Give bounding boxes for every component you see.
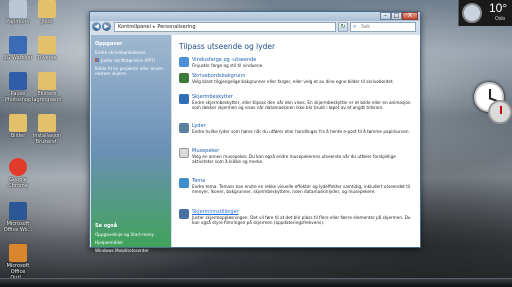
display-settings-icon [179,209,189,219]
control-panel-window: – □ X ◀ ▶ Kontrollpanel ▸ Personalisering … [89,11,421,253]
desktop-icon-label: Google Chrome [8,177,28,189]
recycle-bin-icon [9,0,27,18]
desktop-icon-label: Installasjon Brukerst. [32,133,62,145]
see-also-accessibility[interactable]: Hjelpemiddel [95,240,168,245]
address-bar: ◀ ▶ Kontrollpanel ▸ Personalisering ↻ ⌕ Sø… [92,22,418,33]
maximize-button[interactable]: □ [391,12,402,20]
outlook-icon [9,244,27,262]
desktop-icon-jobb[interactable]: Jobb [32,0,62,25]
desktop-icon-recycle-bin[interactable]: Papirkurv [3,0,33,25]
back-button[interactable]: ◀ [92,22,101,31]
see-also-taskbar[interactable]: Oppgavelinje og Start-meny [95,232,168,237]
weather-icon [462,3,482,23]
forward-button[interactable]: ▶ [102,22,111,31]
see-also-header: Se også [95,223,118,229]
item-description: Endre tema. Temaer kan endre en rekke vi… [192,184,411,194]
window-color-icon [179,57,189,67]
screensaver-icon [179,94,189,104]
taskbar[interactable] [0,278,512,287]
desktop-icon-label: Bilder [10,133,26,139]
search-icon: ⌕ [353,23,357,30]
item-description: Velg blant tilgjengelige bakgrunner elle… [192,79,394,84]
task-link-projector[interactable]: Koble til en projektor eller annen ekste… [95,66,168,76]
chrome-icon [9,158,27,176]
theme-icon [179,178,189,188]
desktop-icon-bilder[interactable]: Bilder [3,114,33,139]
mouse-pointer-icon [179,148,189,158]
temperature-value: 10° [489,1,508,15]
desktop-background-icon [179,73,189,83]
search-input[interactable]: ⌕ Søk [350,22,416,32]
desktop-icon-label: Jobb [41,19,53,25]
window-titlebar[interactable]: – □ X [90,12,420,21]
desktop-icon-3g-watcher[interactable]: 3G Watcher [3,36,33,61]
desktop-icon-label: Diverse [37,55,57,61]
task-link-font-size[interactable]: Juster skriftstørrelse (PPT) [95,58,168,63]
desktop-icon-installasjon[interactable]: Installasjon Brukerst. [32,114,62,145]
desktop-icon-outlook[interactable]: Microsoft Office Outl... [3,244,33,281]
city-label: Oslo [495,16,506,22]
tasks-header: Oppgaver [95,41,123,47]
cpu-meter-gadget[interactable] [488,100,512,124]
folder-icon [38,114,56,132]
main-content: Tilpass utseende og lyder Vindusfarge og… [172,35,420,247]
item-description: Finjuster farge og stil til vinduene. [192,63,264,68]
window-controls: – □ X [380,12,418,20]
weather-gadget[interactable]: 10° Oslo [458,0,512,26]
desktop-icon-label: 3G Watcher [3,55,33,61]
task-link-desktop-icons[interactable]: Endre skrivebordsikoner [95,50,168,55]
desktop-icon-chrome[interactable]: Google Chrome [3,158,33,189]
desktop-icon-label: Papirkurv [6,19,30,25]
folder-icon [38,36,56,54]
see-also-section: Se også Oppgavelinje og Start-meny Hjelp… [91,217,171,256]
item-description: Velg en annen musepeker. Du kan også end… [192,154,396,164]
desktop-icon-label: Pauze Photoshop [4,91,32,103]
search-placeholder: Søk [361,24,371,30]
page-title: Tilpass utseende og lyder [179,42,276,51]
task-pane: Oppgaver Endre skrivebordsikoner Juster … [91,35,171,253]
minimize-button[interactable]: – [380,12,391,20]
desktop-icon-external-storage[interactable]: Ekstern lagringsenh. [32,72,64,103]
sounds-icon [179,123,189,133]
word-icon [9,202,27,220]
breadcrumb-item-personalisering[interactable]: Personalisering [157,24,195,30]
desktop-icon-diverse[interactable]: Diverse [32,36,62,61]
desktop-icon-photoshop[interactable]: Pauze Photoshop [3,72,33,103]
close-button[interactable]: X [402,12,418,20]
item-description: Endre hvilke lyder som høres når du utfø… [192,129,410,134]
desktop-icon-word[interactable]: Microsoft Office Wo... [3,202,33,233]
folder-icon [9,114,27,132]
desktop-icon-label: Microsoft Office Wo... [3,221,33,233]
item-description: Endre skjermbeskytter, eller tilpass den… [192,100,411,110]
breadcrumb-item-kontrollpanel[interactable]: Kontrollpanel [118,24,151,30]
item-description: Juster skjermoppløsningen. Det vil føre … [192,215,411,225]
folder-icon [38,0,56,18]
photoshop-icon [9,72,27,90]
breadcrumb[interactable]: Kontrollpanel ▸ Personalisering [114,22,336,32]
breadcrumb-separator: ▸ [152,24,156,30]
refresh-button[interactable]: ↻ [338,22,348,32]
folder-icon [38,72,56,90]
cpu-meter-needle [500,106,502,114]
desktop-icon-label: Ekstern lagringsenh. [32,91,64,103]
3g-watcher-icon [9,36,27,54]
see-also-mobility-center[interactable]: Windows Mobilitetssenter [95,248,168,253]
